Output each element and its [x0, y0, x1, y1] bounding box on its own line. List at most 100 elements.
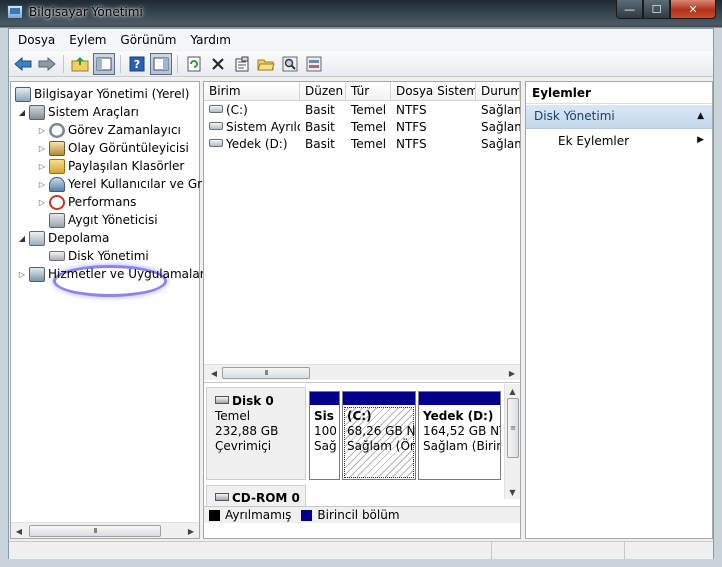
back-button[interactable] [12, 53, 34, 75]
scroll-left-arrow-icon[interactable]: ◀ [11, 523, 27, 539]
disk-size: 232,88 GB [215, 424, 279, 438]
tree-item-local-users[interactable]: ▷ Yerel Kullanıcılar ve Gru [37, 175, 210, 193]
expand-arrow-icon[interactable]: ▷ [37, 180, 47, 189]
actions-section-disk-management[interactable]: Disk Yönetimi ▲ [526, 105, 712, 129]
partition-c[interactable]: (C:) 68,26 GB NT Sağlam (Ön [342, 391, 416, 480]
expand-arrow-icon[interactable]: ▷ [37, 198, 47, 207]
scroll-down-arrow-icon[interactable]: ▼ [505, 485, 520, 499]
type-cell: Temel [351, 137, 387, 151]
menu-view[interactable]: Görünüm [113, 31, 183, 49]
open-button[interactable] [255, 53, 277, 75]
scrollbar-thumb[interactable]: III [222, 367, 310, 379]
tree-item-event-viewer[interactable]: ▷ Olay Görüntüleyicisi [37, 139, 189, 157]
collapse-arrow-icon[interactable]: ◢ [17, 234, 27, 243]
partition-bar [419, 392, 500, 405]
disk-0-label[interactable]: Disk 0 Temel 232,88 GB Çevrimiçi [206, 387, 306, 480]
properties-button[interactable] [231, 53, 253, 75]
scroll-left-arrow-icon[interactable]: ◀ [206, 365, 222, 381]
clock-icon [49, 122, 65, 138]
tree-item-label: Görev Zamanlayıcı [68, 123, 181, 137]
toolbar-separator [63, 54, 64, 73]
disk-graphical-view: Disk 0 Temel 232,88 GB Çevrimiçi Sis 100… [204, 382, 520, 538]
partition-size: 100 [314, 424, 337, 438]
volume-name: (C:) [226, 103, 248, 117]
disk-settings-icon [306, 56, 322, 71]
layout-cell: Basit [305, 120, 335, 134]
event-viewer-icon [49, 140, 65, 156]
disk-management-pane: Birim Düzen Tür Dosya Sistemi Durum (C:)… [203, 81, 521, 539]
expand-arrow-icon[interactable]: ▷ [37, 126, 47, 135]
tree-item-label: Olay Görüntüleyicisi [68, 141, 189, 155]
tree-item-services[interactable]: ▷ Hizmetler ve Uygulamalar [17, 265, 205, 283]
title-bar[interactable]: Bilgisayar Yönetimi — ☐ ✕ [0, 0, 722, 26]
tree-item-device-manager[interactable]: Aygıt Yöneticisi [47, 211, 158, 229]
disk-view-vertical-scrollbar[interactable]: ▲ ≡ ▼ [504, 384, 520, 499]
tree-horizontal-scrollbar[interactable]: ◀ III ▶ [11, 522, 199, 538]
forward-button[interactable] [36, 53, 58, 75]
help-icon: ? [129, 56, 145, 71]
scroll-right-arrow-icon[interactable]: ▶ [504, 365, 520, 381]
scroll-right-arrow-icon[interactable]: ▶ [183, 523, 199, 539]
volume-row[interactable]: Yedek (D:) Basit Temel NTFS Sağlam [204, 136, 520, 153]
column-header-volume[interactable]: Birim [204, 82, 300, 101]
close-button[interactable]: ✕ [670, 0, 716, 19]
partition-system-reserved[interactable]: Sis 100 Sağ [309, 391, 340, 480]
partition-status: Sağlam (Ön [347, 439, 415, 453]
tree-item-disk-management[interactable]: Disk Yönetimi [47, 247, 149, 265]
column-header-filesystem[interactable]: Dosya Sistemi [391, 82, 476, 101]
tree-item-task-scheduler[interactable]: ▷ Görev Zamanlayıcı [37, 121, 181, 139]
filesystem-cell: NTFS [396, 120, 427, 134]
tree-item-shared-folders[interactable]: ▷ Paylaşılan Klasörler [37, 157, 184, 175]
show-hide-action-pane-button[interactable] [150, 52, 172, 75]
column-header-layout[interactable]: Düzen [300, 82, 346, 101]
menu-file[interactable]: Dosya [11, 31, 62, 49]
properties-icon [235, 56, 249, 71]
back-arrow-icon [14, 56, 32, 71]
column-header-status[interactable]: Durum [476, 82, 520, 101]
drive-icon [209, 105, 223, 113]
expand-arrow-icon[interactable]: ▷ [17, 270, 27, 279]
unallocated-swatch [209, 509, 220, 521]
disk-name: Disk 0 [232, 394, 274, 408]
more-actions-item[interactable]: Ek Eylemler ▶ [526, 130, 712, 152]
partition-d[interactable]: Yedek (D:) 164,52 GB NT Sağlam (Birin [418, 391, 501, 480]
show-hide-console-tree-button[interactable] [93, 52, 115, 75]
tree-item-system-tools[interactable]: ◢ Sistem Araçları [17, 103, 139, 121]
volume-name: Sistem Ayrıldı [226, 120, 300, 134]
disk-icon [215, 396, 229, 404]
actions-section-label: Disk Yönetimi [534, 109, 615, 123]
scrollbar-thumb[interactable]: III [29, 525, 161, 537]
tree-item-performance[interactable]: ▷ Performans [37, 193, 136, 211]
tree-item-root[interactable]: Bilgisayar Yönetimi (Yerel) [13, 85, 189, 103]
scroll-up-arrow-icon[interactable]: ▲ [505, 384, 520, 398]
column-header-type[interactable]: Tür [346, 82, 391, 101]
expand-arrow-icon[interactable]: ▷ [37, 162, 47, 171]
collapse-arrow-icon[interactable]: ◢ [17, 108, 27, 117]
maximize-button[interactable]: ☐ [643, 0, 670, 19]
minimize-button[interactable]: — [616, 0, 643, 19]
delete-button[interactable] [207, 53, 229, 75]
volume-list-horizontal-scrollbar[interactable]: ◀ III ▶ [204, 364, 520, 380]
computer-management-icon [7, 5, 23, 19]
refresh-button[interactable] [183, 53, 205, 75]
tree-item-storage[interactable]: ◢ Depolama [17, 229, 109, 247]
more-actions-label: Ek Eylemler [558, 134, 630, 148]
menu-help[interactable]: Yardım [183, 31, 237, 49]
disk-settings-button[interactable] [303, 53, 325, 75]
collapse-up-icon[interactable]: ▲ [697, 111, 704, 121]
partition-name: Sis [314, 409, 334, 423]
volume-row[interactable]: (C:) Basit Temel NTFS Sağlam [204, 102, 520, 119]
scrollbar-thumb[interactable]: ≡ [507, 398, 519, 458]
expand-arrow-icon[interactable]: ▷ [37, 144, 47, 153]
up-one-level-button[interactable] [69, 53, 91, 75]
actions-pane-title: Eylemler [526, 82, 712, 104]
status-segment [9, 542, 492, 559]
toolbar: ? [9, 51, 713, 77]
help-button[interactable]: ? [126, 53, 148, 75]
console-tree-icon [96, 57, 112, 70]
rescan-disks-button[interactable] [279, 53, 301, 75]
menu-action[interactable]: Eylem [62, 31, 113, 49]
device-manager-icon [49, 212, 65, 228]
volume-row[interactable]: Sistem Ayrıldı Basit Temel NTFS Sağlam [204, 119, 520, 136]
primary-partition-swatch [301, 509, 313, 521]
